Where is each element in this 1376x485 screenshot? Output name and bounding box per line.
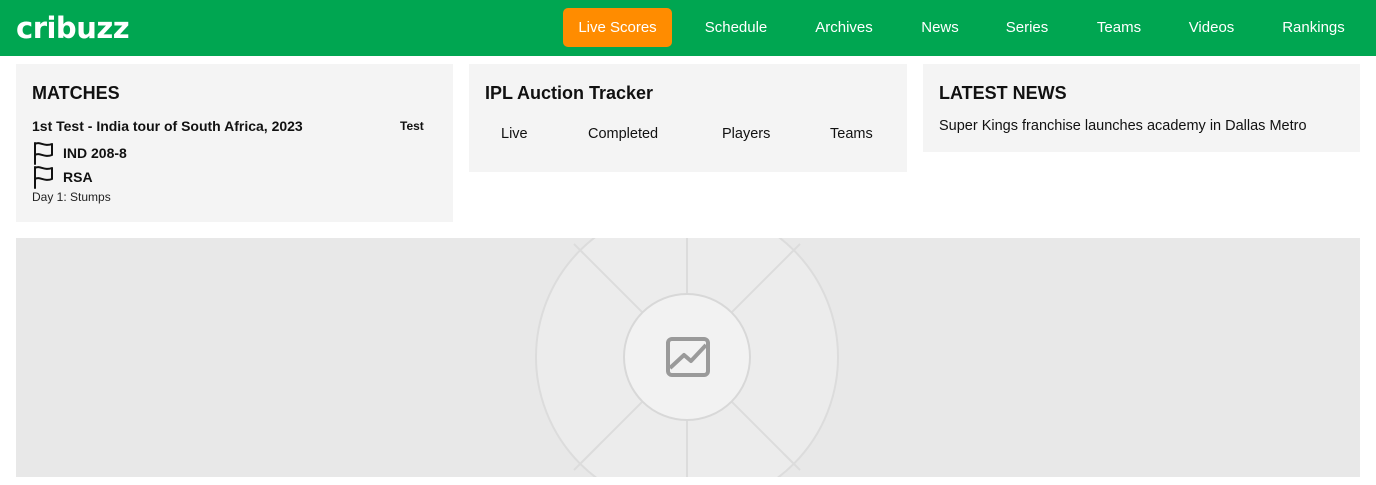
auction-tracker-card: IPL Auction Tracker Live Completed Playe… (469, 64, 907, 172)
flag-icon (34, 166, 53, 189)
auction-tracker-heading: IPL Auction Tracker (485, 83, 654, 103)
latest-news-heading: LATEST NEWS (939, 83, 1067, 103)
nav-live-scores[interactable]: Live Scores (563, 8, 672, 47)
team-row: RSA (32, 165, 93, 189)
hero-image-placeholder[interactable] (16, 238, 1360, 477)
nav-schedule[interactable]: Schedule (692, 8, 780, 47)
top-navbar: cribuzz Live Scores Schedule Archives Ne… (0, 0, 1376, 56)
tab-players[interactable]: Players (722, 126, 770, 142)
image-placeholder-graphic (476, 238, 898, 477)
nav-series[interactable]: Series (994, 8, 1060, 47)
nav-teams[interactable]: Teams (1082, 8, 1156, 47)
team-score: RSA (63, 169, 93, 185)
nav-archives[interactable]: Archives (802, 8, 886, 47)
site-logo[interactable]: cribuzz (16, 8, 130, 48)
match-title[interactable]: 1st Test - India tour of South Africa, 2… (32, 118, 303, 134)
team-score: IND 208-8 (63, 145, 127, 161)
match-format-badge: Test (400, 119, 424, 133)
nav-news[interactable]: News (908, 8, 972, 47)
match-status: Day 1: Stumps (32, 190, 111, 204)
nav-videos[interactable]: Videos (1177, 8, 1246, 47)
latest-news-card: LATEST NEWS Super Kings franchise launch… (923, 64, 1360, 152)
flag-icon (34, 142, 53, 165)
tab-teams[interactable]: Teams (830, 126, 873, 142)
matches-heading: MATCHES (32, 83, 120, 103)
team-row: IND 208-8 (32, 141, 127, 165)
tab-completed[interactable]: Completed (588, 126, 658, 142)
nav-rankings[interactable]: Rankings (1270, 8, 1357, 47)
tab-live[interactable]: Live (501, 126, 528, 142)
news-headline-link[interactable]: Super Kings franchise launches academy i… (939, 118, 1307, 134)
matches-card: MATCHES 1st Test - India tour of South A… (16, 64, 453, 222)
